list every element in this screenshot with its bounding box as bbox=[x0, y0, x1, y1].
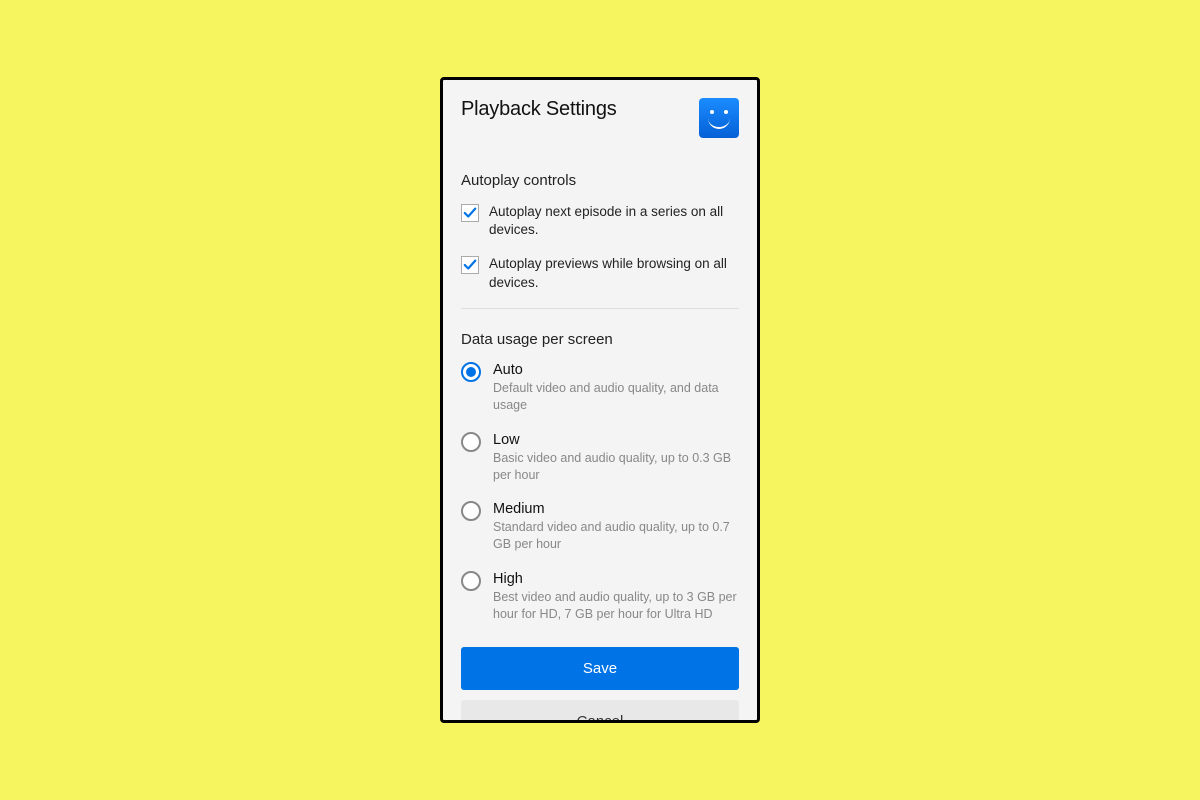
data-usage-option-auto[interactable]: Auto Default video and audio quality, an… bbox=[461, 362, 739, 414]
option-title: Low bbox=[493, 432, 739, 448]
data-usage-option-medium[interactable]: Medium Standard video and audio quality,… bbox=[461, 501, 739, 553]
option-title: High bbox=[493, 571, 739, 587]
option-desc: Best video and audio quality, up to 3 GB… bbox=[493, 589, 739, 623]
autoplay-section-title: Autoplay controls bbox=[461, 172, 739, 189]
radio-selected-icon[interactable] bbox=[461, 362, 481, 382]
cancel-button[interactable]: Cancel bbox=[461, 700, 739, 723]
divider bbox=[461, 308, 739, 309]
option-title: Medium bbox=[493, 501, 739, 517]
profile-avatar-icon[interactable] bbox=[699, 98, 739, 138]
radio-unselected-icon[interactable] bbox=[461, 501, 481, 521]
checkbox-checked-icon[interactable] bbox=[461, 204, 479, 222]
option-desc: Default video and audio quality, and dat… bbox=[493, 380, 739, 414]
data-usage-option-low[interactable]: Low Basic video and audio quality, up to… bbox=[461, 432, 739, 484]
header: Playback Settings bbox=[461, 98, 739, 138]
data-usage-section-title: Data usage per screen bbox=[461, 331, 739, 348]
radio-unselected-icon[interactable] bbox=[461, 432, 481, 452]
data-usage-option-high[interactable]: High Best video and audio quality, up to… bbox=[461, 571, 739, 623]
autoplay-previews-row[interactable]: Autoplay previews while browsing on all … bbox=[461, 255, 739, 291]
autoplay-next-episode-row[interactable]: Autoplay next episode in a series on all… bbox=[461, 203, 739, 239]
autoplay-previews-label: Autoplay previews while browsing on all … bbox=[489, 255, 739, 291]
settings-panel: Playback Settings Autoplay controls Auto… bbox=[440, 77, 760, 723]
autoplay-next-episode-label: Autoplay next episode in a series on all… bbox=[489, 203, 739, 239]
save-button[interactable]: Save bbox=[461, 647, 739, 690]
radio-unselected-icon[interactable] bbox=[461, 571, 481, 591]
checkbox-checked-icon[interactable] bbox=[461, 256, 479, 274]
option-desc: Basic video and audio quality, up to 0.3… bbox=[493, 450, 739, 484]
option-title: Auto bbox=[493, 362, 739, 378]
page-title: Playback Settings bbox=[461, 98, 617, 121]
option-desc: Standard video and audio quality, up to … bbox=[493, 519, 739, 553]
